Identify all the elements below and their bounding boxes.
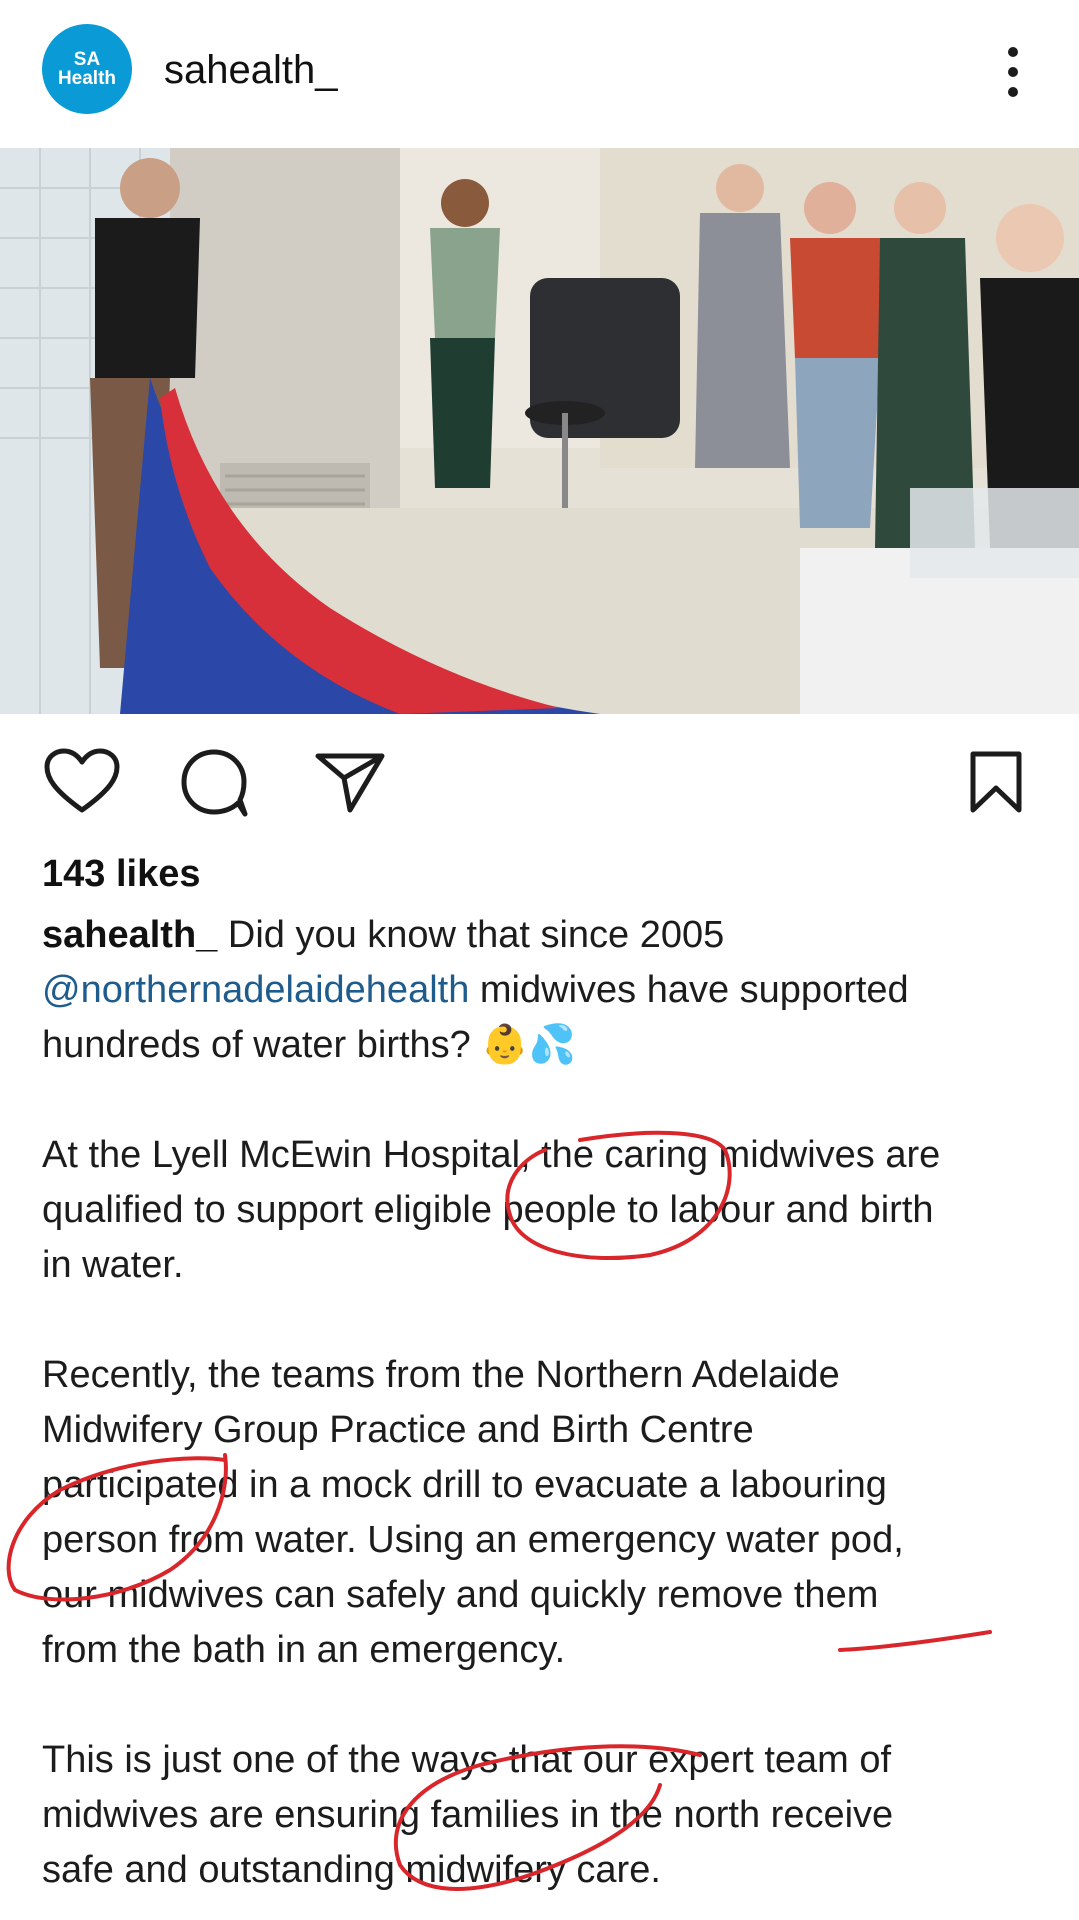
caption-line: hundreds of water births? 👶💦	[42, 1024, 576, 1066]
caption-line: safe and outstanding midwifery care.	[42, 1849, 661, 1891]
avatar[interactable]: SA Health	[42, 24, 132, 114]
caption-text: midwives have supported	[469, 969, 909, 1011]
caption-line: Midwifery Group Practice and Birth Centr…	[42, 1409, 754, 1451]
caption-line: sahealth_ Did you know that since 2005	[42, 908, 1052, 963]
post-actions	[0, 714, 1079, 844]
avatar-text-line1: SA	[73, 49, 101, 70]
post-caption: sahealth_ Did you know that since 2005 @…	[42, 908, 1052, 1898]
post-photo[interactable]	[0, 148, 1079, 714]
more-vertical-icon[interactable]	[995, 44, 1031, 100]
caption-owner[interactable]: sahealth_	[42, 914, 217, 956]
caption-line: person from water. Using an emergency wa…	[42, 1519, 904, 1561]
likes-count[interactable]: 143 likes	[42, 853, 200, 896]
caption-line: participated in a mock drill to evacuate…	[42, 1464, 887, 1506]
post-photo-illustration	[0, 148, 1079, 714]
caption-line: Recently, the teams from the Northern Ad…	[42, 1354, 840, 1396]
caption-line: in water.	[42, 1244, 184, 1286]
post-header: SA Health sahealth_	[0, 0, 1079, 148]
caption-line: At the Lyell McEwin Hospital, the caring…	[42, 1134, 941, 1176]
send-icon[interactable]	[314, 750, 386, 814]
caption-line: This is just one of the ways that our ex…	[42, 1739, 892, 1781]
caption-line: qualified to support eligible people to …	[42, 1189, 934, 1231]
bookmark-icon[interactable]	[968, 750, 1024, 814]
caption-line: midwives are ensuring families in the no…	[42, 1794, 894, 1836]
comment-icon[interactable]	[180, 748, 250, 818]
avatar-text-line2: Health	[57, 68, 117, 89]
caption-line: @northernadelaidehealth midwives have su…	[42, 963, 1052, 1018]
caption-line: from the bath in an emergency.	[42, 1629, 566, 1671]
caption-intro: Did you know that since 2005	[217, 914, 725, 956]
post-username[interactable]: sahealth_	[164, 48, 337, 93]
heart-icon[interactable]	[44, 748, 120, 814]
mention-link[interactable]: @northernadelaidehealth	[42, 969, 469, 1011]
caption-line: our midwives can safely and quickly remo…	[42, 1574, 879, 1616]
